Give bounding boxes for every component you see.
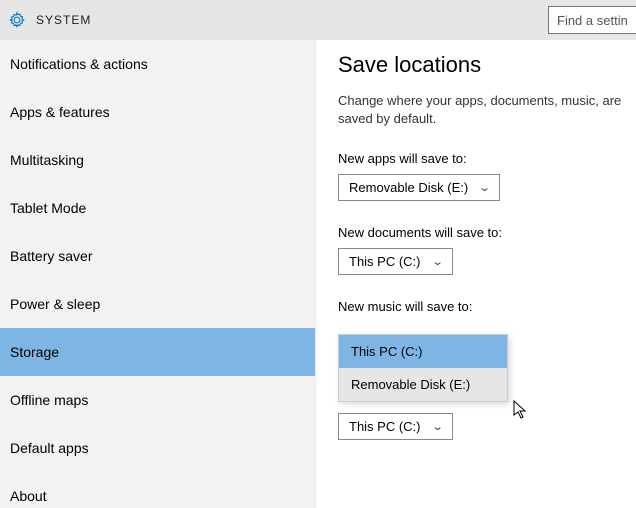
sidebar-item-label: Tablet Mode — [10, 200, 86, 216]
chevron-down-icon: ⌄ — [431, 255, 444, 268]
sidebar-item-power-sleep[interactable]: Power & sleep — [0, 280, 316, 328]
sidebar-item-apps-features[interactable]: Apps & features — [0, 88, 316, 136]
search-placeholder: Find a settin — [557, 13, 628, 28]
chevron-down-icon: ⌄ — [431, 420, 444, 433]
combo-new-documents[interactable]: This PC (C:) ⌄ — [338, 248, 453, 275]
field-label: New music will save to: — [338, 299, 636, 314]
sidebar-item-about[interactable]: About — [0, 472, 316, 508]
dropdown-option[interactable]: Removable Disk (E:) — [339, 368, 507, 401]
field-label: New apps will save to: — [338, 151, 636, 166]
combo-new-music[interactable]: This PC (C:) ⌄ — [338, 413, 453, 440]
sidebar-item-label: About — [10, 488, 47, 504]
sidebar-item-default-apps[interactable]: Default apps — [0, 424, 316, 472]
combo-value: Removable Disk (E:) — [349, 180, 480, 195]
window-body: Notifications & actions Apps & features … — [0, 40, 636, 508]
field-label: New documents will save to: — [338, 225, 636, 240]
content-pane: Save locations Change where your apps, d… — [316, 40, 636, 508]
sidebar-item-label: Battery saver — [10, 248, 92, 264]
combo-value: This PC (C:) — [349, 419, 433, 434]
chevron-down-icon: ⌄ — [478, 181, 491, 194]
gear-icon — [8, 11, 26, 29]
dropdown-option[interactable]: This PC (C:) — [339, 335, 507, 368]
sidebar-item-label: Storage — [10, 344, 59, 360]
sidebar-item-label: Apps & features — [10, 104, 110, 120]
combo-new-apps[interactable]: Removable Disk (E:) ⌄ — [338, 174, 500, 201]
sidebar-item-tablet-mode[interactable]: Tablet Mode — [0, 184, 316, 232]
field-new-apps: New apps will save to: Removable Disk (E… — [338, 151, 636, 225]
sidebar-item-battery-saver[interactable]: Battery saver — [0, 232, 316, 280]
sidebar-item-label: Notifications & actions — [10, 56, 148, 72]
combo-new-music-dropdown: This PC (C:) Removable Disk (E:) — [338, 334, 508, 402]
sidebar-item-label: Offline maps — [10, 392, 88, 408]
page-description: Change where your apps, documents, music… — [338, 92, 636, 127]
sidebar-item-label: Power & sleep — [10, 296, 100, 312]
sidebar-item-offline-maps[interactable]: Offline maps — [0, 376, 316, 424]
window-header: SYSTEM Find a settin — [0, 0, 636, 40]
sidebar-item-storage[interactable]: Storage — [0, 328, 316, 376]
sidebar-item-label: Default apps — [10, 440, 89, 456]
sidebar-item-notifications[interactable]: Notifications & actions — [0, 40, 316, 88]
sidebar-item-label: Multitasking — [10, 152, 84, 168]
field-new-documents: New documents will save to: This PC (C:)… — [338, 225, 636, 299]
field-new-music: New music will save to: This PC (C:) Rem… — [338, 299, 636, 452]
combo-value: This PC (C:) — [349, 254, 433, 269]
page-title: Save locations — [338, 52, 636, 78]
sidebar-item-multitasking[interactable]: Multitasking — [0, 136, 316, 184]
window-title: SYSTEM — [36, 13, 91, 27]
search-input[interactable]: Find a settin — [548, 6, 636, 34]
sidebar: Notifications & actions Apps & features … — [0, 40, 316, 508]
